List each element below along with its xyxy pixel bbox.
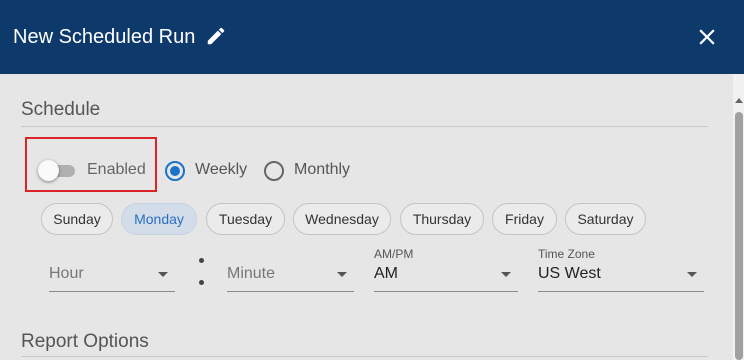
- timezone-select[interactable]: Time Zone US West: [538, 247, 704, 292]
- dialog-title: New Scheduled Run: [13, 26, 196, 48]
- colon-dot-bottom: [199, 280, 204, 285]
- minute-placeholder: Minute: [227, 265, 276, 282]
- day-chip-sunday[interactable]: Sunday: [41, 203, 113, 235]
- chevron-down-icon: [687, 272, 697, 277]
- report-options-section-title: Report Options: [21, 331, 149, 352]
- enabled-label: Enabled: [87, 161, 146, 178]
- day-chip-tuesday[interactable]: Tuesday: [206, 203, 285, 235]
- hour-placeholder: Hour: [49, 265, 84, 282]
- day-chip-wednesday[interactable]: Wednesday: [293, 203, 391, 235]
- monthly-radio-label[interactable]: Monthly: [294, 161, 350, 179]
- day-chip-friday[interactable]: Friday: [492, 203, 557, 235]
- minute-select[interactable]: Minute: [227, 247, 354, 292]
- ampm-select[interactable]: AM/PM AM: [374, 247, 518, 292]
- enabled-toggle[interactable]: [38, 160, 59, 181]
- dialog-header: New Scheduled Run: [0, 0, 744, 74]
- hour-select[interactable]: Hour: [49, 247, 175, 292]
- timezone-label: Time Zone: [538, 247, 595, 261]
- weekly-radio-label[interactable]: Weekly: [195, 161, 247, 179]
- scroll-up-arrow-icon[interactable]: [735, 98, 743, 103]
- schedule-divider: [21, 126, 708, 127]
- pencil-icon[interactable]: [205, 25, 227, 47]
- chevron-down-icon: [337, 272, 347, 277]
- monthly-radio[interactable]: [264, 161, 284, 181]
- colon-dot-top: [199, 258, 204, 263]
- schedule-section-title: Schedule: [21, 99, 101, 120]
- day-chip-thursday[interactable]: Thursday: [400, 203, 484, 235]
- day-chip-monday[interactable]: Monday: [121, 203, 197, 235]
- report-options-divider: [21, 356, 708, 357]
- timezone-value: US West: [538, 265, 601, 282]
- chevron-down-icon: [501, 272, 511, 277]
- close-icon[interactable]: [694, 24, 720, 50]
- weekly-radio[interactable]: [165, 161, 185, 181]
- ampm-value: AM: [374, 265, 398, 282]
- ampm-label: AM/PM: [374, 247, 414, 261]
- scrollbar-thumb[interactable]: [735, 112, 743, 360]
- chevron-down-icon: [158, 272, 168, 277]
- day-chip-saturday[interactable]: Saturday: [565, 203, 646, 235]
